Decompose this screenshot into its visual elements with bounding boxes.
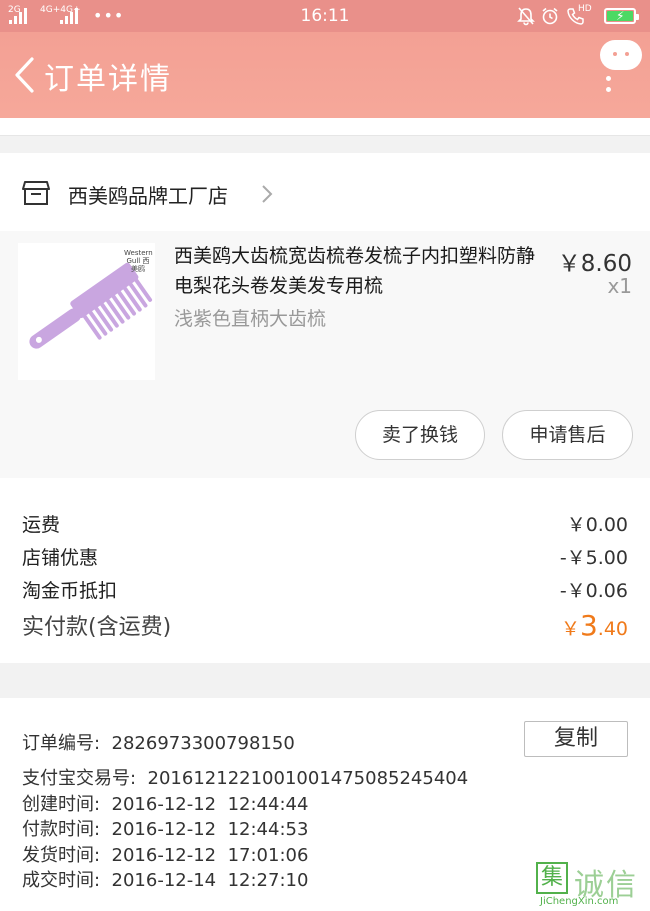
watermark-box: 集 [536, 862, 568, 894]
product-quantity: x1 [607, 274, 632, 298]
copy-button[interactable]: 复制 [524, 721, 628, 757]
created-value: 2016-12-12 12:44:44 [111, 794, 309, 815]
store-icon [22, 181, 50, 205]
order-number-row: 订单编号: 2826973300798150 [22, 729, 295, 755]
store-discount-value: -￥5.00 [559, 547, 628, 569]
store-name[interactable]: 西美鸥品牌工厂店 [68, 180, 228, 209]
shipping-value: ￥0.00 [566, 514, 628, 536]
total-int: 3 [579, 609, 598, 642]
total-paid-value: ￥3.40 [561, 609, 628, 642]
total-dec: .40 [597, 618, 628, 640]
order-number-value: 2826973300798150 [111, 733, 295, 754]
alipay-row: 支付宝交易号: 2016121221001001475085245404 [22, 764, 468, 790]
header-bar: 订单详情 [0, 32, 650, 118]
coin-deduction-label: 淘金币抵扣 [22, 580, 118, 602]
more-dots-icon [606, 76, 612, 98]
product-price: ￥8.60 [557, 251, 632, 277]
hd-label: HD [578, 4, 592, 14]
alarm-icon [542, 7, 558, 25]
created-time-row: 创建时间: 2016-12-12 12:44:44 [22, 790, 308, 816]
order-number-label: 订单编号: [22, 733, 101, 754]
completed-label: 成交时间: [22, 870, 101, 891]
store-discount-label: 店铺优惠 [22, 547, 99, 569]
spacer-strip [0, 118, 650, 135]
charging-icon: ⚡ [616, 9, 625, 23]
watermark-logo: 集 诚信 JiChengXin.com [532, 860, 648, 907]
resell-button[interactable]: 卖了换钱 [355, 410, 485, 460]
chat-bubble-icon [600, 40, 642, 70]
product-variant: 浅紫色直柄大齿梳 [174, 308, 327, 330]
completed-time-row: 成交时间: 2016-12-14 12:27:10 [22, 866, 308, 892]
created-label: 创建时间: [22, 794, 101, 815]
silent-bell-icon [517, 7, 535, 26]
battery-icon: ⚡ [604, 8, 639, 24]
back-arrow-icon[interactable] [12, 56, 36, 94]
paid-value: 2016-12-12 12:44:53 [111, 819, 309, 840]
shipped-label: 发货时间: [22, 845, 101, 866]
alipay-label: 支付宝交易号: [22, 768, 137, 789]
after-sale-button[interactable]: 申请售后 [502, 410, 633, 460]
total-currency: ￥ [560, 618, 580, 640]
shipped-value: 2016-12-12 17:01:06 [111, 845, 309, 866]
paid-label: 付款时间: [22, 819, 101, 840]
shipping-label: 运费 [22, 514, 61, 536]
shipped-time-row: 发货时间: 2016-12-12 17:01:06 [22, 841, 308, 867]
coin-deduction-value: -￥0.06 [559, 580, 628, 602]
more-menu-button[interactable] [598, 40, 642, 122]
watermark-url: JiChengXin.com [540, 896, 619, 907]
status-bar: 2G 4G+4G+ ••• 16:11 HD ⚡ [0, 0, 650, 32]
product-title[interactable]: 西美鸥大齿梳宽齿梳卷发梳子内扣塑料防静电梨花头卷发美发专用梳 [174, 241, 546, 301]
product-image[interactable]: Western Gull 西美鸥 [18, 243, 155, 380]
chevron-right-icon[interactable] [261, 184, 273, 204]
divider [0, 135, 650, 136]
page-title: 订单详情 [44, 62, 172, 97]
total-paid-label: 实付款(含运费) [22, 615, 172, 640]
completed-value: 2016-12-14 12:27:10 [111, 870, 309, 891]
brand-logo: Western Gull 西美鸥 [124, 249, 153, 273]
alipay-value: 2016121221001001475085245404 [147, 768, 469, 789]
paid-time-row: 付款时间: 2016-12-12 12:44:53 [22, 815, 308, 841]
